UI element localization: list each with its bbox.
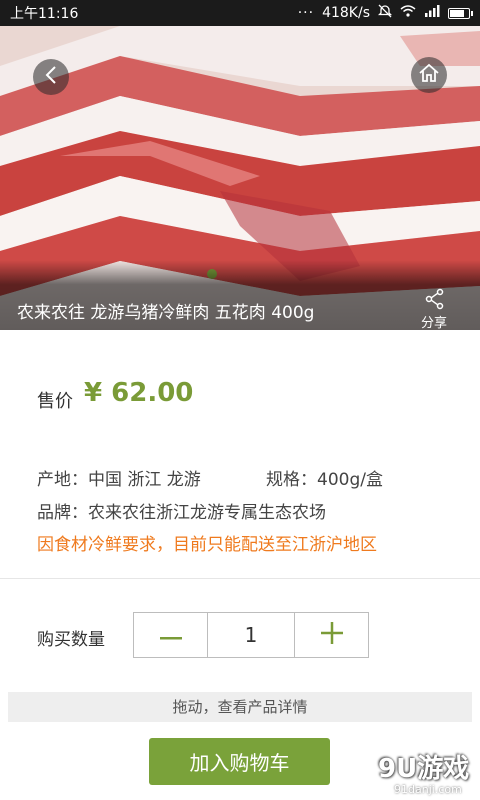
status-dots: ··· [297, 5, 315, 21]
brand-text: 品牌：农来农往浙江龙游专属生态农场 [37, 503, 326, 523]
spec-text: 规格：400g/盒 [266, 470, 383, 490]
product-title: 农来农往 龙游乌猪冷鲜肉 五花肉 400g [17, 303, 315, 323]
quantity-stepper: 1 [133, 612, 369, 658]
share-label[interactable]: 分享 [421, 312, 447, 331]
price-value: ¥ 62.00 [84, 378, 194, 408]
signal-icon [424, 5, 440, 21]
share-icon[interactable] [425, 288, 445, 314]
delivery-notice: 因食材冷鲜要求，目前只能配送至江浙沪地区 [37, 535, 377, 555]
watermark-url: 91danji.com [394, 783, 462, 796]
divider [0, 578, 480, 579]
status-right: ··· 418K/s [297, 4, 473, 22]
decrease-button[interactable] [134, 613, 207, 657]
net-speed: 418K/s [322, 5, 370, 21]
add-to-cart-button[interactable]: 加入购物车 [149, 738, 330, 785]
quantity-label: 购买数量 [37, 630, 105, 650]
plus-icon [320, 622, 343, 648]
origin-text: 产地：中国 浙江 龙游 [37, 470, 201, 490]
battery-icon [448, 7, 473, 19]
status-bar: 上午11:16 ··· 418K/s [0, 0, 480, 26]
chevron-left-icon [44, 65, 58, 89]
home-icon [418, 63, 440, 87]
status-time: 上午11:16 [10, 6, 79, 22]
quantity-value[interactable]: 1 [207, 613, 295, 657]
alarm-off-icon [377, 4, 393, 22]
home-button[interactable] [411, 57, 447, 93]
increase-button[interactable] [295, 613, 368, 657]
detail-drag-hint[interactable]: 拖动，查看产品详情 [8, 692, 472, 722]
wifi-icon [400, 5, 416, 21]
battery-fill [450, 9, 465, 17]
minus-icon [159, 626, 182, 645]
watermark-logo: 9U游戏 [378, 754, 470, 784]
price-label: 售价 [37, 391, 73, 412]
back-button[interactable] [33, 59, 69, 95]
